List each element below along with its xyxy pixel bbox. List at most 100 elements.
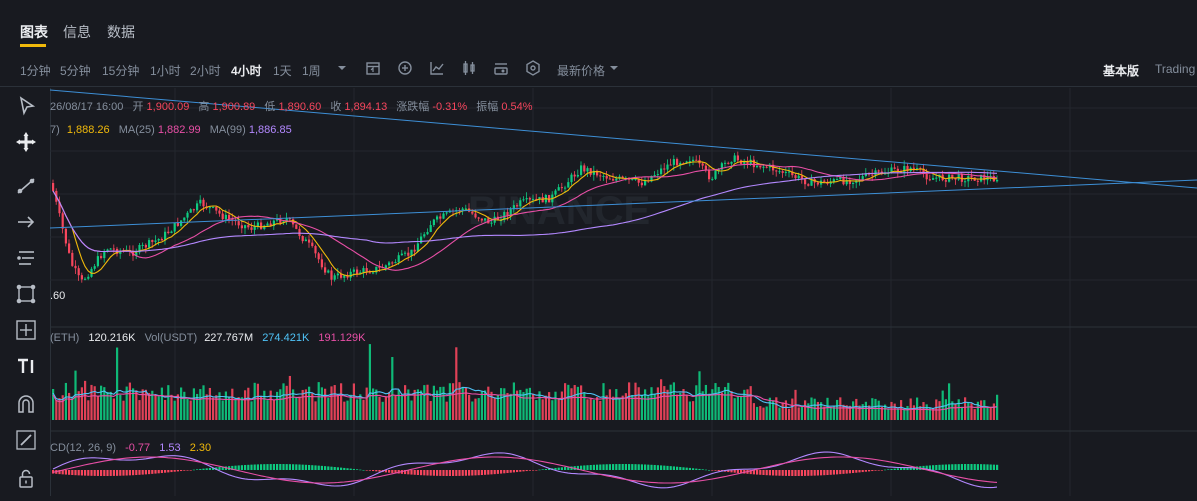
macd-histogram-bar <box>324 466 327 470</box>
volume-bar <box>160 387 163 420</box>
volume-bar <box>400 395 403 420</box>
measure-icon[interactable] <box>14 318 38 342</box>
macd-histogram-bar <box>973 464 976 470</box>
calendar-icon[interactable] <box>364 59 382 77</box>
trendline-icon[interactable] <box>14 174 38 198</box>
macd-histogram-bar <box>327 466 330 470</box>
candle-body <box>148 240 151 248</box>
volume-bar <box>746 389 749 420</box>
price-mode-select[interactable]: 最新价格 <box>557 62 605 79</box>
candle-body <box>567 182 570 188</box>
interval-1d[interactable]: 1天 <box>273 62 292 79</box>
open-value: 1,900.09 <box>146 101 190 113</box>
macd-histogram-bar <box>109 470 112 476</box>
volume-bar <box>679 392 682 420</box>
macd-histogram-bar <box>823 470 826 476</box>
candle-body <box>506 212 509 216</box>
macd-histogram-bar <box>685 467 688 470</box>
volume-bar <box>541 399 544 420</box>
more-intervals-icon[interactable] <box>333 59 351 77</box>
volume-bar <box>340 383 343 420</box>
candle-body <box>612 179 615 181</box>
candle-body <box>532 198 535 200</box>
macd-histogram-bar <box>208 467 211 470</box>
volume-bar <box>458 382 461 420</box>
ma99-label: MA(99) <box>209 124 246 136</box>
interval-4h[interactable]: 4小时 <box>231 62 262 79</box>
candle-body <box>823 180 826 182</box>
candle-body <box>762 166 765 168</box>
interval-1m[interactable]: 1分钟 <box>20 62 51 79</box>
template-icon[interactable] <box>492 59 510 77</box>
volume-bar <box>330 386 333 420</box>
candle-body <box>516 205 519 207</box>
candle-type-icon[interactable] <box>460 59 478 77</box>
tab-info[interactable]: 信息 <box>63 22 91 42</box>
volume-bar <box>788 408 791 420</box>
macd-histogram-bar <box>692 468 695 470</box>
macd-histogram-bar <box>816 470 819 476</box>
volume-bar <box>100 385 103 420</box>
tab-data[interactable]: 数据 <box>107 22 135 42</box>
settings-icon[interactable] <box>524 59 542 77</box>
macd-histogram-bar <box>951 464 954 470</box>
chart-canvas[interactable]: BINANCE <box>49 88 1197 496</box>
pencil-icon[interactable] <box>14 428 38 452</box>
indicators-icon[interactable] <box>428 59 446 77</box>
macd-histogram-bar <box>340 467 343 470</box>
macd-histogram-bar <box>356 469 359 470</box>
macd-histogram-bar <box>295 464 298 470</box>
pattern-icon[interactable] <box>14 282 38 306</box>
macd-histogram-bar <box>378 470 381 472</box>
candle-body <box>669 164 672 166</box>
macd-histogram-bar <box>74 470 77 476</box>
fib-icon[interactable] <box>14 246 38 270</box>
add-indicator-icon[interactable] <box>396 59 414 77</box>
macd-histogram-bar <box>288 464 291 470</box>
candle-body <box>925 174 928 180</box>
macd-histogram-bar <box>660 465 663 470</box>
cursor-icon[interactable] <box>14 94 38 118</box>
macd-histogram-bar <box>186 470 189 471</box>
chart-area[interactable]: BINANCE 26/08/17 16:00 开 1,900.09 高 1,90… <box>49 88 1197 496</box>
macd-histogram-bar <box>996 464 999 470</box>
macd-histogram-bar <box>592 464 595 470</box>
tab-chart[interactable]: 图表 <box>20 22 48 42</box>
interval-1w[interactable]: 1周 <box>302 62 321 79</box>
volume-legend: (ETH) 120.216K Vol(USDT) 227.767M 274.42… <box>50 332 365 344</box>
candle-body <box>749 159 752 165</box>
macd-histogram-bar <box>346 468 349 470</box>
macd-histogram-bar <box>468 470 471 476</box>
candle-body <box>752 159 755 168</box>
candle-body <box>736 155 739 161</box>
crosshair-icon[interactable] <box>14 130 38 154</box>
interval-1h[interactable]: 1小时 <box>150 62 181 79</box>
interval-15m[interactable]: 15分钟 <box>102 62 139 79</box>
interval-5m[interactable]: 5分钟 <box>60 62 91 79</box>
view-basic[interactable]: 基本版 <box>1103 62 1139 79</box>
text-icon[interactable] <box>14 354 38 378</box>
macd-histogram-bar <box>240 465 243 470</box>
magnet-icon[interactable] <box>14 392 38 416</box>
volume-bar <box>362 399 365 420</box>
candle-body <box>442 213 445 219</box>
candle-body <box>426 231 429 235</box>
volume-bar <box>986 407 989 420</box>
macd-histogram-bar <box>170 470 173 473</box>
view-tradingview[interactable]: Trading <box>1155 62 1195 76</box>
macd-histogram-bar <box>890 468 893 470</box>
macd-histogram-bar <box>644 464 647 470</box>
candle-body <box>64 228 67 244</box>
lock-icon[interactable] <box>14 466 38 490</box>
macd-histogram-bar <box>154 470 157 474</box>
candle-body <box>304 239 307 242</box>
volume-bar <box>333 385 336 420</box>
macd-histogram-bar <box>362 469 365 471</box>
macd-histogram-bar <box>336 467 339 470</box>
candle-body <box>413 249 416 252</box>
arrow-icon[interactable] <box>14 210 38 234</box>
volume-bar <box>394 395 397 420</box>
macd-histogram-bar <box>244 464 247 470</box>
interval-2h[interactable]: 2小时 <box>190 62 221 79</box>
volume-bar <box>500 388 503 420</box>
